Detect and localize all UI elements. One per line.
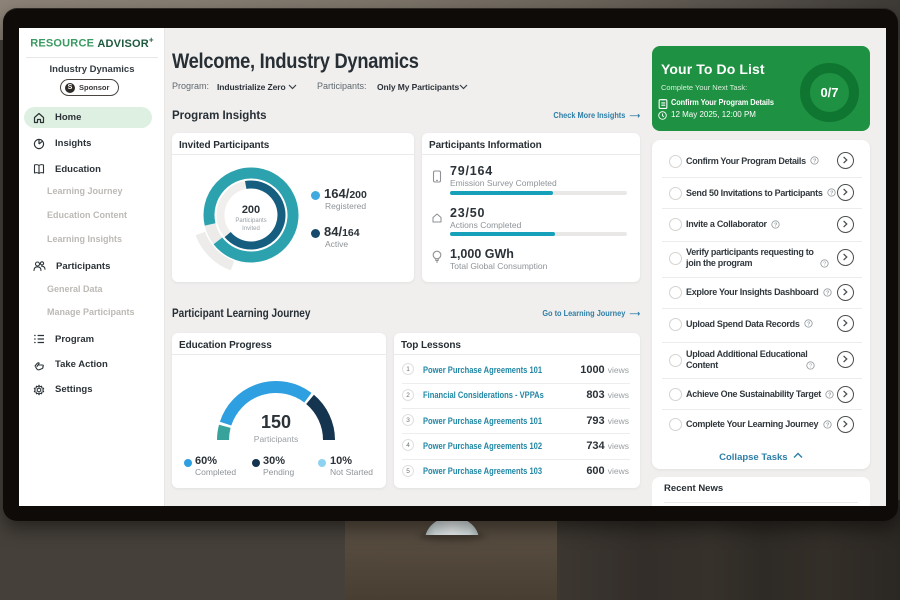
svg-text:?: ? xyxy=(809,363,812,369)
svg-text:150: 150 xyxy=(261,412,291,432)
svg-text:Participants: Participants xyxy=(254,434,298,444)
svg-text:?: ? xyxy=(823,261,826,267)
svg-text:200: 200 xyxy=(242,204,260,216)
svg-text:Participants: Participants xyxy=(235,218,266,224)
svg-text:Invited: Invited xyxy=(242,226,260,232)
